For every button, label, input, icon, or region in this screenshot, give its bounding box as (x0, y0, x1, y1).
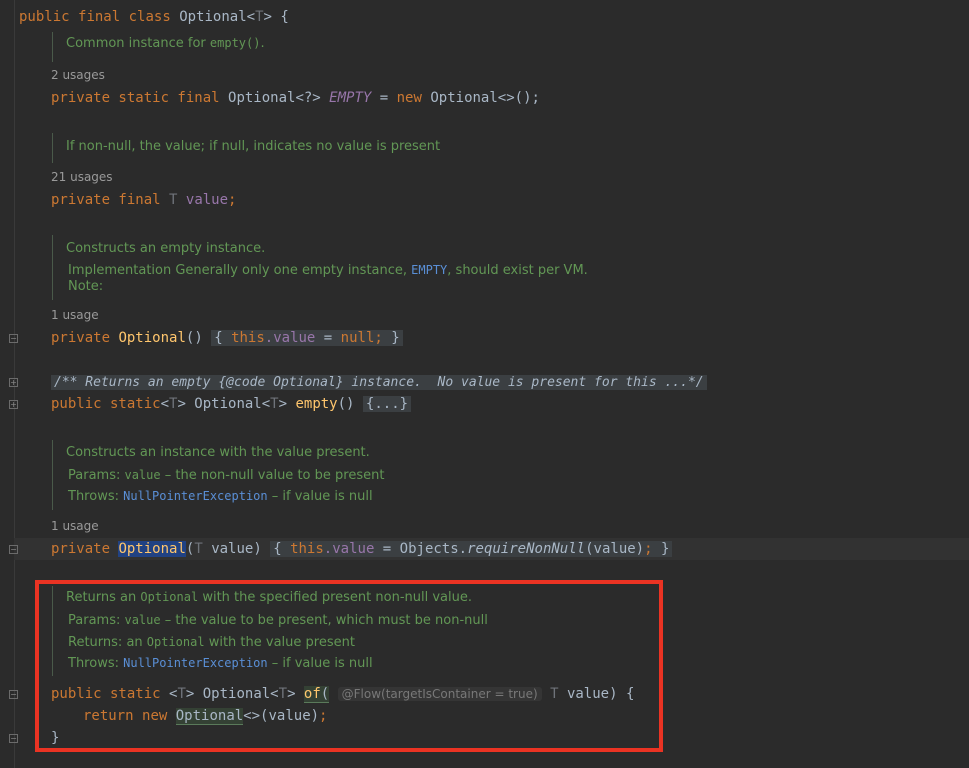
ctor-name-selected: Optional (118, 541, 186, 557)
ctor-empty-line[interactable]: private Optional() { this.value = null; … (51, 328, 969, 348)
kw-this: this (231, 330, 265, 346)
fold-toggle-icon[interactable]: − (9, 690, 18, 699)
assign: = (315, 330, 341, 346)
field-name-value: value (185, 192, 229, 208)
kw-this: this (290, 541, 324, 557)
doc-line3: Note: (68, 279, 104, 294)
lt: < (160, 396, 170, 412)
assign: = (371, 90, 397, 106)
kw-public: public (19, 9, 70, 25)
brace-open: { (214, 330, 223, 346)
field-ref: .value (323, 541, 375, 557)
return-type: > Optional< (177, 396, 271, 412)
kw-final: final (78, 9, 121, 25)
brace-close: } (391, 330, 400, 346)
modifiers: private static final (51, 90, 220, 106)
doc-line2-end: , should exist per VM. (447, 263, 588, 278)
throws-text: – if value is null (267, 489, 373, 504)
brace-open: { (273, 541, 282, 557)
annotation-highlight-box (35, 580, 663, 752)
doc-link-empty[interactable]: EMPTY (411, 263, 447, 277)
kw-class: class (128, 9, 171, 25)
modifiers: private final (51, 192, 161, 208)
doc-line1: Constructs an instance with the value pr… (66, 445, 370, 460)
fold-toggle-icon[interactable]: − (9, 545, 18, 554)
fold-toggle-icon[interactable]: + (9, 400, 18, 409)
doc-comment-value: If non-null, the value; if null, indicat… (52, 133, 753, 163)
constructor-call: Optional<>(); (421, 90, 540, 106)
collapsed-comment[interactable]: /** Returns an empty {@code Optional} in… (51, 372, 969, 392)
doc-text: If non-null, the value; if null, indicat… (66, 139, 441, 154)
field-type: Optional<?> (228, 90, 321, 106)
args: (value) (585, 541, 645, 557)
value-field-line[interactable]: private final T value; (51, 190, 969, 210)
kw-private: private (51, 330, 111, 346)
field-ref: .value (264, 330, 316, 346)
usages-hint[interactable]: 1 usage (51, 519, 99, 533)
usages-hint[interactable]: 1 usage (51, 308, 99, 322)
fold-toggle-icon[interactable]: − (9, 734, 18, 743)
params-label: Params: (68, 468, 125, 483)
usages-hint[interactable]: 21 usages (51, 170, 113, 184)
doc-text: Common instance for (66, 36, 210, 51)
doc-comment-ctor-value: Constructs an instance with the value pr… (52, 440, 753, 510)
modifiers: public static (51, 396, 161, 412)
throws-label: Throws: (68, 489, 124, 504)
parens: () (185, 330, 203, 346)
doc-comment-ctor: Constructs an empty instance. Implementa… (52, 235, 753, 300)
semicolon: ; (644, 541, 653, 557)
empty-field-line[interactable]: private static final Optional<?> EMPTY =… (51, 88, 969, 108)
doc-line2: Implementation Generally only one empty … (68, 263, 412, 278)
fold-toggle-icon[interactable]: + (9, 378, 18, 387)
doc-code: empty() (209, 36, 261, 50)
param: value) (202, 541, 271, 557)
params-code: value (124, 468, 161, 482)
type-param: T (194, 541, 203, 557)
assign: = Objects. (374, 541, 468, 557)
type-param: T (169, 192, 178, 208)
ctor-name: Optional (118, 330, 186, 346)
type-param-2: T (270, 396, 279, 412)
ctor-value-line[interactable]: private Optional(T value) { this.value =… (51, 539, 969, 559)
method-call: requireNonNull (467, 541, 586, 557)
kw-null: null (340, 330, 375, 346)
doc-text-end: . (260, 36, 265, 51)
return-type-close: > (278, 396, 296, 412)
collapsed-comment-text: /** Returns an empty {@code Optional} in… (51, 375, 707, 390)
params-text: – the non-null value to be present (160, 468, 385, 483)
method-name-empty: empty (295, 396, 338, 412)
usages-hint[interactable]: 2 usages (51, 68, 105, 82)
parens: () (337, 396, 363, 412)
semicolon: ; (374, 330, 383, 346)
doc-line1: Constructs an empty instance. (66, 241, 266, 256)
class-name: Optional< (179, 9, 256, 25)
semicolon: ; (228, 192, 237, 208)
collapsed-body[interactable]: {...} (362, 396, 412, 412)
doc-comment-empty: Common instance for empty(). (52, 32, 753, 62)
kw-private: private (51, 541, 111, 557)
class-brace: > { (263, 9, 289, 25)
field-name-empty: EMPTY (329, 90, 372, 106)
fold-toggle-icon[interactable]: − (9, 334, 18, 343)
kw-new: new (396, 90, 422, 106)
empty-method-line[interactable]: public static<T> Optional<T> empty() {..… (51, 394, 969, 414)
brace-close: } (661, 541, 670, 557)
type-param: T (255, 9, 264, 25)
class-declaration[interactable]: public final class Optional<T> { (19, 7, 969, 27)
throws-link[interactable]: NullPointerException (123, 489, 268, 503)
